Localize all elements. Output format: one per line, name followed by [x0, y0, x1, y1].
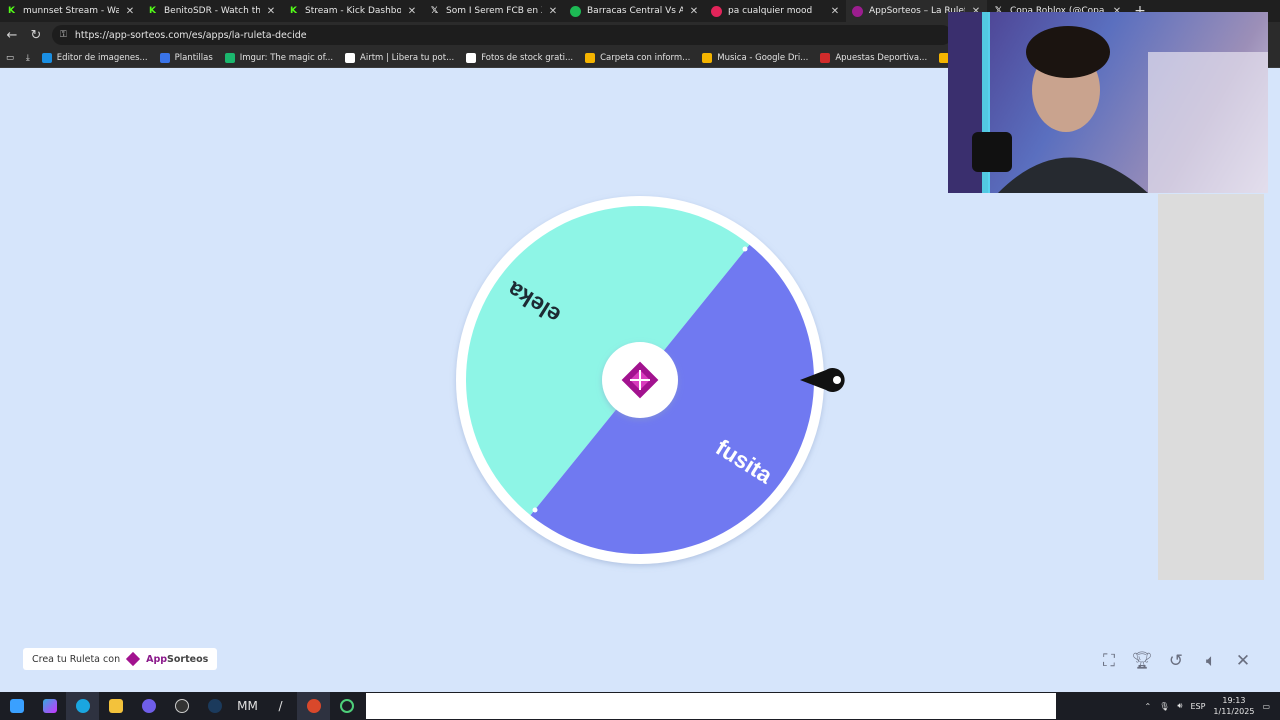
tab-close-icon[interactable]: ✕ — [689, 6, 699, 17]
kick-icon: K — [149, 6, 156, 16]
browser-tab[interactable]: Kmunnset Stream - Watch Liv ✕ — [0, 0, 141, 22]
cta-brand: AppSorteos — [146, 653, 209, 665]
bookmark-favicon-icon — [466, 52, 477, 63]
x-icon: 𝕏 — [430, 6, 439, 16]
chevron-up-icon[interactable]: ⌃ — [1145, 702, 1152, 711]
bookmark-label: Carpeta con inform... — [600, 52, 691, 63]
bookmark-label: Editor de imagenes... — [56, 52, 148, 63]
bookmark-favicon-icon — [41, 52, 52, 63]
browser-tab[interactable]: 𝕏 Som I Serem FCB en X: "http ✕ — [423, 0, 564, 22]
site-info-icon[interactable]: ⚿ — [60, 30, 67, 40]
back-icon[interactable]: ← — [0, 28, 24, 43]
bookmark-favicon-icon — [159, 52, 170, 63]
browser-tab[interactable]: pa cualquier mood ✕ — [705, 0, 846, 22]
circle-app-icon[interactable] — [330, 692, 363, 720]
appsorteos-icon — [852, 5, 863, 17]
tab-close-icon[interactable]: ✕ — [125, 6, 135, 17]
browser-tab-label: pa cualquier mood — [728, 6, 813, 16]
bookmark-label: Apuestas Deportiva... — [835, 52, 928, 63]
volume-icon[interactable]: 🔊︎ — [1177, 701, 1182, 711]
globe-icon — [570, 5, 581, 17]
trophy-icon[interactable]: 🏆︎ — [1131, 650, 1153, 672]
browser-tab-label: Barracas Central Vs Argentin — [587, 6, 683, 16]
bookmark-label: Fotos de stock grati... — [481, 52, 574, 63]
webcam-overlay — [948, 12, 1268, 193]
system-tray: ⌃ 🎙︎ 🔊︎ ESP 19:13 1/11/2025 ▭ — [1145, 692, 1280, 720]
bookmark-item[interactable]: Imgur: The magic of... — [224, 52, 334, 63]
browser-tab[interactable]: K Stream - Kick Dashboard ✕ — [282, 0, 423, 22]
bookmark-item[interactable]: Plantillas — [159, 52, 213, 63]
bookmark-label: Plantillas — [174, 52, 213, 63]
apps-icon[interactable]: ▭ — [6, 53, 14, 63]
bookmark-item[interactable]: Fotos de stock grati... — [466, 52, 574, 63]
notification-icon[interactable]: ▭ — [1262, 702, 1270, 711]
bookmark-item[interactable]: Apuestas Deportiva... — [820, 52, 928, 63]
tab-close-icon[interactable]: ✕ — [548, 6, 558, 17]
bookmark-label: Musica - Google Dri... — [717, 52, 809, 63]
reload-icon[interactable]: ↻ — [24, 28, 48, 43]
bookmark-favicon-icon — [345, 52, 356, 63]
taskbar-blank-region — [366, 693, 1056, 719]
browser-tab-label: BenitoSDR - Watch the VOD — [164, 6, 260, 16]
browser-tab[interactable]: Barracas Central Vs Argentin ✕ — [564, 0, 705, 22]
record-icon — [711, 5, 722, 17]
pen-icon[interactable]: / — [264, 692, 297, 720]
cta-text: Crea tu Ruleta con — [32, 653, 121, 665]
sound-icon[interactable]: 🔈︎ — [1200, 650, 1222, 672]
bookmark-item[interactable]: Editor de imagenes... — [41, 52, 148, 63]
tab-close-icon[interactable]: ✕ — [407, 6, 417, 17]
bookmark-favicon-icon — [224, 52, 235, 63]
bookmark-item[interactable]: Carpeta con inform... — [585, 52, 691, 63]
start-icon[interactable] — [0, 692, 33, 720]
browser-tab-label: Stream - Kick Dashboard — [305, 6, 401, 16]
bookmark-item[interactable]: Musica - Google Dri... — [702, 52, 809, 63]
copilot-icon[interactable] — [33, 692, 66, 720]
bookmark-favicon-icon — [585, 52, 596, 63]
clock[interactable]: 19:13 1/11/2025 — [1213, 695, 1254, 717]
browser-tab-label: Som I Serem FCB en X: "http — [446, 6, 542, 16]
steam-icon[interactable] — [198, 692, 231, 720]
kick-icon: K — [8, 6, 15, 16]
appsorteos-small-logo-icon — [126, 651, 141, 667]
microphone-icon[interactable]: 🎙︎ — [1159, 702, 1169, 711]
bookmark-item[interactable]: Airtm | Libera tu pot... — [345, 52, 455, 63]
segment-divider-dot — [742, 246, 748, 252]
obs-icon[interactable] — [165, 692, 198, 720]
bookmark-label: Imgur: The magic of... — [239, 52, 334, 63]
segment-divider-dot — [532, 507, 538, 513]
download-icon[interactable]: ⤓ — [26, 53, 30, 63]
language-indicator[interactable]: ESP — [1190, 702, 1205, 711]
reset-icon[interactable]: ↺ — [1165, 650, 1187, 672]
discord-icon[interactable] — [132, 692, 165, 720]
url-text: https://app-sorteos.com/es/apps/la-rulet… — [74, 29, 307, 41]
browser-tab-label: munnset Stream - Watch Liv — [23, 6, 119, 16]
create-roulette-link[interactable]: Crea tu Ruleta con AppSorteos — [23, 648, 218, 670]
url-field[interactable]: ⚿ https://app-sorteos.com/es/apps/la-rul… — [52, 25, 952, 45]
bookmark-label: Airtm | Libera tu pot... — [360, 52, 455, 63]
clock-time: 19:13 — [1222, 696, 1246, 705]
bookmark-favicon-icon — [702, 52, 713, 63]
file-explorer-icon[interactable] — [99, 692, 132, 720]
tab-close-icon[interactable]: ✕ — [830, 6, 840, 17]
edge-icon[interactable] — [66, 692, 99, 720]
bookmark-favicon-icon — [820, 52, 831, 63]
clock-date: 1/11/2025 — [1213, 707, 1255, 716]
kick-icon: K — [290, 6, 297, 16]
streamer-webcam-image — [948, 12, 1268, 193]
recorder-icon[interactable] — [297, 692, 330, 720]
close-icon[interactable]: ✕ — [1232, 650, 1254, 672]
browser-tab[interactable]: K BenitoSDR - Watch the VOD ✕ — [141, 0, 282, 22]
tab-close-icon[interactable]: ✕ — [266, 6, 276, 17]
fullscreen-icon[interactable]: ⛶ — [1098, 650, 1120, 672]
mm-icon[interactable]: MM — [231, 692, 264, 720]
